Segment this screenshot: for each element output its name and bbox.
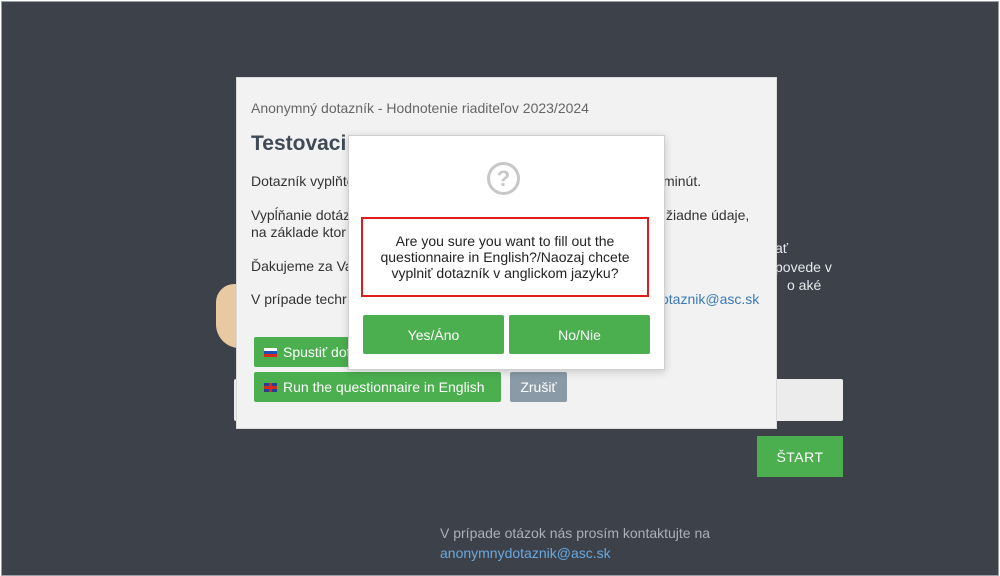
start-english-button[interactable]: Run the questionnaire in English: [254, 372, 501, 402]
no-button[interactable]: No/Nie: [509, 315, 650, 354]
confirm-message: Are you sure you want to fill out the qu…: [361, 217, 649, 297]
modal-text: Ďakujeme za Va: [251, 258, 353, 274]
background-text-fragment: povede v: [775, 259, 832, 275]
start-english-label: Run the questionnaire in English: [283, 379, 485, 395]
slovak-flag-icon: [264, 347, 277, 357]
yes-button[interactable]: Yes/Áno: [363, 315, 504, 354]
cancel-button[interactable]: Zrušiť: [510, 372, 567, 402]
start-slovak-label: Spustiť dot: [283, 344, 351, 360]
start-button[interactable]: ŠTART: [757, 436, 843, 477]
footer-text: V prípade otázok nás prosím kontaktujte …: [440, 525, 711, 541]
question-circle-icon: ?: [487, 162, 520, 195]
modal-text: Vypĺňanie dotáz: [251, 207, 351, 223]
modal-text: V prípade techr: [251, 291, 347, 307]
modal-text: na základe ktor: [251, 224, 346, 240]
modal-text: minút.: [663, 173, 702, 189]
confirm-dialog: ? Are you sure you want to fill out the …: [348, 135, 665, 370]
support-email-link[interactable]: otaznik@asc.sk: [661, 291, 759, 308]
footer-contact: V prípade otázok nás prosím kontaktujte …: [440, 523, 710, 563]
uk-flag-icon: [264, 382, 277, 392]
modal-subtitle: Anonymný dotazník - Hodnotenie riaditeľo…: [251, 100, 589, 116]
modal-text: žiadne údaje,: [666, 207, 750, 223]
footer-email-link[interactable]: anonymnydotaznik@asc.sk: [440, 543, 710, 563]
background-text-fragment: o aké: [787, 277, 822, 293]
modal-heading: Testovaci: [251, 132, 347, 155]
modal-text: Dotazník vyplňte: [251, 173, 355, 189]
